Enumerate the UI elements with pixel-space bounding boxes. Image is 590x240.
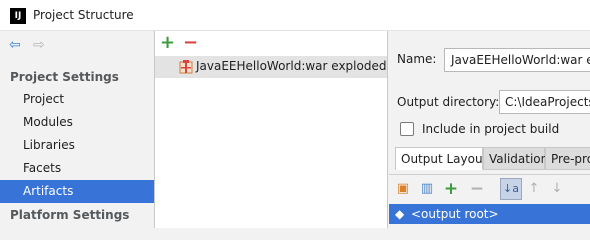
platform-settings-header: Platform Settings [10, 208, 130, 222]
sort-elements-icon[interactable]: ↓a [500, 178, 522, 200]
artifact-name-field[interactable]: JavaEEHelloWorld:war exploded [444, 48, 590, 72]
output-root-label: <output root> [411, 207, 499, 221]
remove-artifact-button[interactable]: − [183, 32, 198, 54]
artifact-label: JavaEEHelloWorld:war exploded [196, 59, 387, 73]
move-down-icon[interactable]: ↓ [549, 181, 565, 197]
back-arrow-icon[interactable]: ⇦ [9, 37, 21, 53]
artifact-tabs: Output Layout Validation Pre-pro [395, 147, 590, 170]
remove-icon[interactable]: − [469, 181, 485, 198]
title-bar: IJ Project Structure [0, 0, 590, 31]
output-root-tree-item[interactable]: ◆ <output root> [389, 204, 590, 224]
output-root-icon: ◆ [395, 207, 405, 221]
nav-item-artifacts[interactable]: Artifacts [0, 180, 154, 203]
add-artifact-button[interactable]: + [160, 32, 175, 54]
include-in-build-label: Include in project build [422, 122, 560, 136]
intellij-app-icon: IJ [10, 8, 26, 24]
add-copy-icon[interactable]: + [443, 181, 459, 198]
artifact-details-pane: Name: JavaEEHelloWorld:war exploded Outp… [389, 31, 590, 228]
output-layout-toolbar: ▣ ▥ + − ↓a ↑ ↓ [389, 174, 590, 203]
tab-output-layout[interactable]: Output Layout [395, 147, 487, 170]
move-up-icon[interactable]: ↑ [526, 181, 542, 197]
create-archive-icon[interactable]: ▥ [419, 181, 435, 197]
output-directory-field[interactable]: C:\IdeaProjects\ [499, 90, 590, 114]
forward-arrow-icon[interactable]: ⇨ [33, 37, 45, 53]
tab-validation[interactable]: Validation [483, 147, 548, 170]
artifacts-toolbar: + − [155, 31, 387, 56]
nav-item-libraries[interactable]: Libraries [0, 134, 154, 157]
war-archive-icon [179, 60, 193, 74]
settings-nav-pane: ⇦ ⇨ Project Settings Project Modules Lib… [0, 31, 155, 228]
artifacts-list-pane: + − JavaEEHelloWorld:war exploded [155, 31, 388, 228]
project-settings-header: Project Settings [10, 70, 119, 84]
nav-item-modules[interactable]: Modules [0, 111, 154, 134]
output-directory-label: Output directory: [397, 95, 500, 109]
artifact-list-item[interactable]: JavaEEHelloWorld:war exploded [155, 56, 387, 78]
create-directory-icon[interactable]: ▣ [395, 181, 411, 197]
tab-pre-processing[interactable]: Pre-pro [545, 147, 590, 170]
include-in-build-checkbox[interactable] [400, 122, 414, 136]
window-title: Project Structure [33, 8, 134, 22]
name-label: Name: [397, 52, 437, 66]
nav-item-facets[interactable]: Facets [0, 157, 154, 180]
nav-item-project[interactable]: Project [0, 88, 154, 111]
